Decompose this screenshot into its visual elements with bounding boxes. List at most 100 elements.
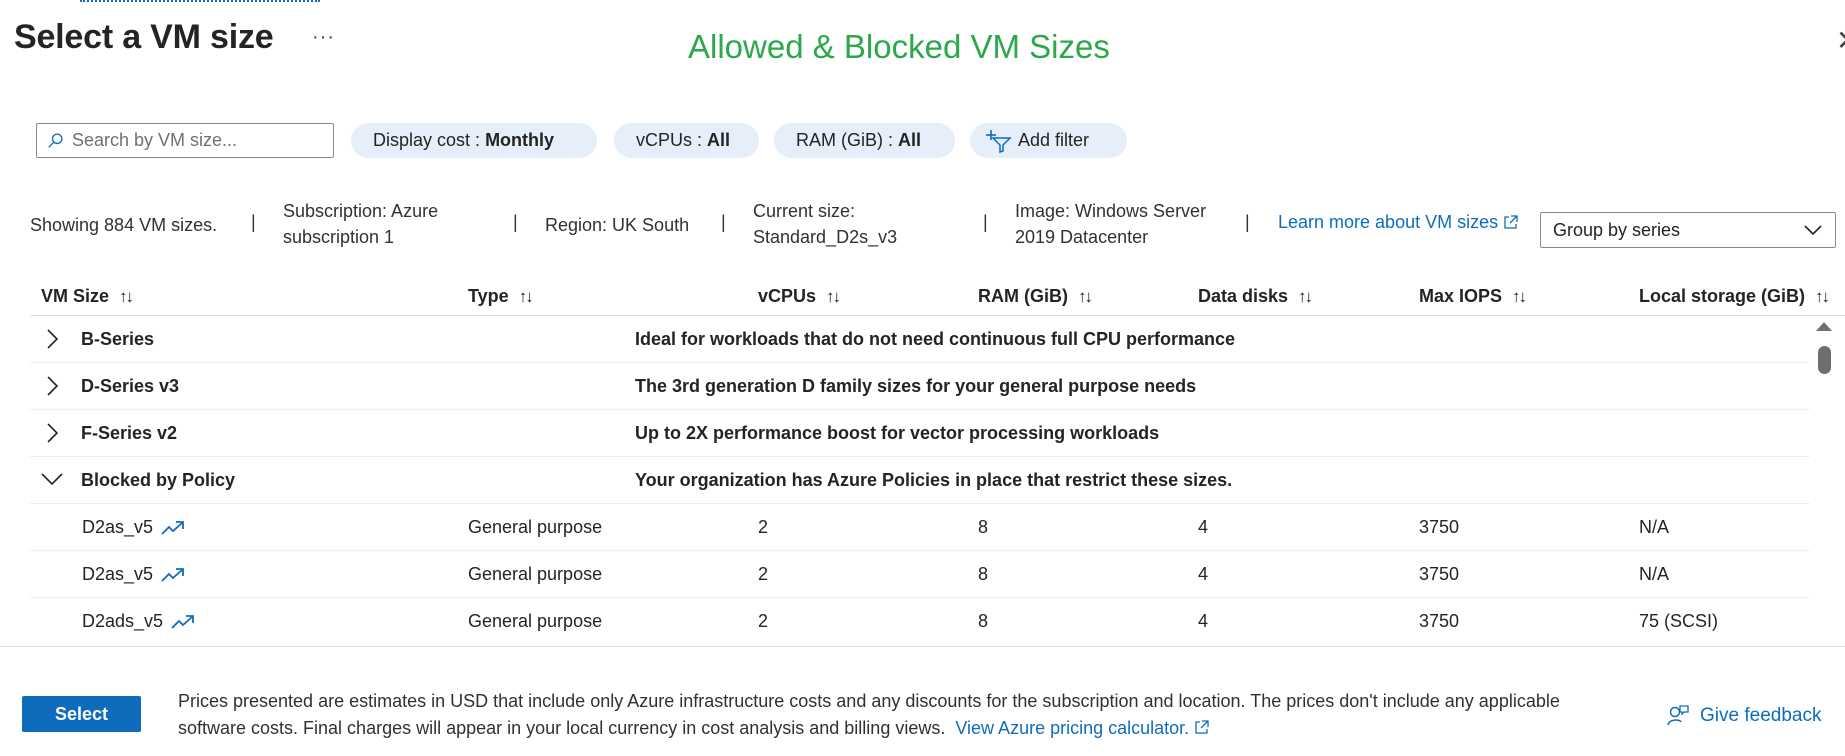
sort-icon[interactable]: ↑↓ (1815, 287, 1830, 307)
image-line-2: 2019 Datacenter (1015, 227, 1149, 247)
vcpus-cell: 2 (758, 517, 769, 537)
search-icon (48, 133, 63, 148)
breadcrumb-remnant (80, 0, 320, 2)
search-input[interactable] (72, 130, 322, 151)
column-header-vm-size[interactable]: VM Size ↑↓ (41, 286, 134, 307)
sort-icon[interactable]: ↑↓ (119, 287, 134, 307)
close-icon[interactable]: ✕ (1836, 24, 1845, 54)
data-disks-cell: 4 (1198, 517, 1209, 537)
give-feedback-button[interactable]: Give feedback (1666, 704, 1821, 728)
search-box[interactable] (36, 123, 334, 158)
data-disks-cell: 4 (1198, 564, 1209, 584)
chevron-right-icon[interactable] (42, 328, 62, 350)
display-cost-value: Monthly (485, 130, 555, 150)
learn-more-label: Learn more about VM sizes (1278, 212, 1499, 232)
max-iops-cell: 3750 (1419, 564, 1460, 584)
trending-up-icon (161, 567, 184, 582)
group-name: F-Series v2 (81, 423, 178, 443)
column-header-data-disks[interactable]: Data disks ↑↓ (1198, 286, 1313, 307)
chevron-right-icon[interactable] (42, 375, 62, 397)
scroll-up-arrow[interactable] (1816, 322, 1832, 331)
overlay-title: Allowed & Blocked VM Sizes (688, 28, 1110, 65)
group-row-f-series-v2[interactable]: F-Series v2 Up to 2X performance boost f… (30, 410, 1810, 457)
vcpus-cell: 2 (758, 564, 769, 584)
separator: | (983, 212, 988, 232)
type-cell: General purpose (468, 517, 603, 537)
subscription-line-1: Subscription: Azure (283, 201, 439, 221)
pricing-calculator-link[interactable]: View Azure pricing calculator. (955, 718, 1209, 738)
group-row-d-series-v3[interactable]: D-Series v3 The 3rd generation D family … (30, 363, 1810, 410)
column-header-type[interactable]: Type ↑↓ (468, 286, 534, 307)
local-storage-cell: N/A (1639, 517, 1670, 537)
column-header-max-iops[interactable]: Max IOPS ↑↓ (1419, 286, 1527, 307)
group-description: Ideal for workloads that do not need con… (635, 329, 1236, 349)
more-options-button[interactable]: ··· (312, 26, 335, 49)
column-header-ram[interactable]: RAM (GiB) ↑↓ (978, 286, 1093, 307)
ram-cell: 8 (978, 611, 989, 631)
sort-icon[interactable]: ↑↓ (1512, 287, 1527, 307)
add-filter-button[interactable]: Add filter (970, 123, 1127, 158)
feedback-icon (1667, 705, 1689, 726)
footer-divider (0, 646, 1845, 647)
chevron-down-icon[interactable] (40, 471, 64, 487)
vcpus-cell: 2 (758, 611, 769, 631)
separator: | (251, 212, 256, 232)
add-filter-icon (986, 129, 1012, 153)
type-cell: General purpose (468, 611, 603, 631)
sort-icon[interactable]: ↑↓ (519, 287, 534, 307)
trending-up-icon (171, 614, 194, 629)
type-cell: General purpose (468, 564, 603, 584)
pricing-calculator-label: View Azure pricing calculator. (955, 718, 1190, 738)
local-storage-cell: 75 (SCSI) (1639, 611, 1719, 631)
vcpus-label: vCPUs : (636, 130, 703, 150)
group-row-blocked-by-policy[interactable]: Blocked by Policy Your organization has … (30, 457, 1810, 504)
select-button[interactable]: Select (22, 696, 141, 732)
vm-size-name: D2ads_v5 (82, 611, 164, 631)
group-row-b-series[interactable]: B-Series Ideal for workloads that do not… (30, 316, 1810, 363)
separator: | (721, 212, 726, 232)
pricing-note-text: Prices presented are estimates in USD th… (178, 691, 1560, 738)
table-row[interactable]: D2ads_v5 General purpose 2 8 4 3750 75 (… (30, 598, 1810, 645)
sort-icon[interactable]: ↑↓ (1078, 287, 1093, 307)
current-size-info: Current size: Standard_D2s_v3 (753, 198, 897, 250)
current-size-line-2: Standard_D2s_v3 (753, 227, 898, 247)
vm-size-name: D2as_v5 (82, 517, 154, 537)
data-disks-cell: 4 (1198, 611, 1209, 631)
column-header-vcpus[interactable]: vCPUs ↑↓ (758, 286, 841, 307)
separator: | (1245, 212, 1250, 232)
display-cost-filter[interactable]: Display cost : Monthly (351, 123, 597, 158)
table-row[interactable]: D2as_v5 General purpose 2 8 4 3750 N/A (30, 504, 1810, 551)
add-filter-label: Add filter (1018, 130, 1090, 150)
sort-icon[interactable]: ↑↓ (826, 287, 841, 307)
ram-filter[interactable]: RAM (GiB) : All (774, 123, 955, 158)
chevron-right-icon[interactable] (42, 422, 62, 444)
vm-size-cell: D2as_v5 (82, 564, 185, 585)
vm-size-cell: D2ads_v5 (82, 611, 195, 632)
max-iops-cell: 3750 (1419, 517, 1460, 537)
column-header-local-storage[interactable]: Local storage (GiB) ↑↓ (1639, 286, 1830, 307)
external-link-icon (1195, 720, 1209, 734)
subscription-line-2: subscription 1 (283, 227, 395, 247)
scrollbar-thumb[interactable] (1818, 346, 1831, 374)
sort-icon[interactable]: ↑↓ (1298, 287, 1313, 307)
group-by-select[interactable]: Group by series (1540, 212, 1836, 248)
display-cost-label: Display cost : (373, 130, 481, 150)
vcpus-filter[interactable]: vCPUs : All (614, 123, 759, 158)
trending-up-icon (161, 520, 184, 535)
group-description: Up to 2X performance boost for vector pr… (635, 423, 1160, 443)
table-header: VM Size ↑↓ Type ↑↓ vCPUs ↑↓ RAM (GiB) ↑↓ Dat… (30, 278, 1845, 316)
group-by-value: Group by series (1553, 219, 1681, 240)
showing-count: Showing 884 VM sizes. (30, 215, 218, 235)
ram-cell: 8 (978, 517, 989, 537)
vm-size-cell: D2as_v5 (82, 517, 185, 538)
learn-more-link[interactable]: Learn more about VM sizes (1278, 212, 1518, 233)
ram-cell: 8 (978, 564, 989, 584)
ram-value: All (898, 130, 922, 150)
local-storage-cell: N/A (1639, 564, 1670, 584)
vcpus-value: All (707, 130, 731, 150)
group-name: B-Series (81, 329, 155, 349)
table-row[interactable]: D2as_v5 General purpose 2 8 4 3750 N/A (30, 551, 1810, 598)
image-info: Image: Windows Server 2019 Datacenter (1015, 198, 1206, 250)
page-title: Select a VM size (14, 18, 274, 56)
pricing-note: Prices presented are estimates in USD th… (178, 688, 1598, 742)
